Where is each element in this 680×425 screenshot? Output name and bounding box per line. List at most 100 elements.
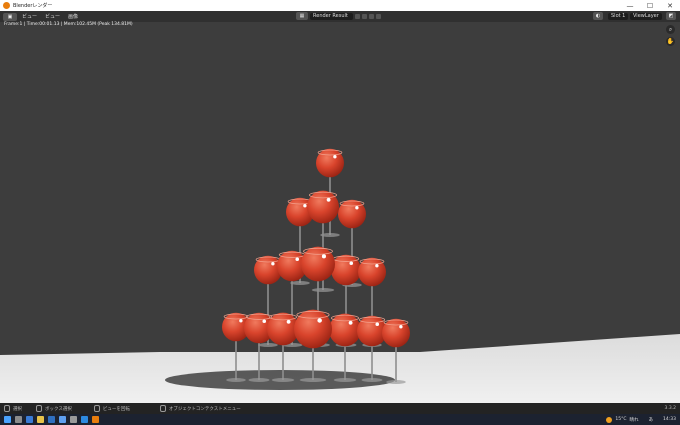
close-button[interactable]: ✕ (660, 0, 680, 11)
viewlayer-selector[interactable]: ViewLayer (630, 12, 662, 20)
status-select: 選択 (4, 405, 22, 412)
wine-glass-bowl (329, 313, 361, 347)
display-channels: ◐ (590, 12, 603, 20)
wine-glass-bowl (338, 199, 366, 229)
glass-base (333, 378, 357, 382)
status-context-label: オブジェクトコンテクストメニュー (168, 406, 241, 412)
window-controls: — ☐ ✕ (620, 0, 680, 11)
mouse-middle-icon (93, 405, 100, 412)
render-info-text: Frame:1 | Time:00:01.13 | Mem:102.45M (P… (4, 22, 133, 27)
glass-highlight (271, 262, 275, 266)
color-channels-icon: ◐ (595, 13, 601, 19)
task-view-icon[interactable] (26, 416, 33, 423)
status-rotate: ビューを回転 (93, 405, 130, 412)
app-icon[interactable] (81, 416, 88, 423)
image-name-field[interactable]: Render Result (310, 12, 353, 20)
mouse-left-icon (4, 405, 10, 412)
glass-highlight (326, 197, 331, 202)
minimize-button[interactable]: — (620, 0, 640, 11)
wine-glass-bowl (294, 309, 332, 349)
image-editor-icon: ▣ (7, 13, 13, 20)
weather-temp: 15°C (615, 417, 627, 422)
fake-user-icon[interactable] (355, 13, 360, 19)
status-rotate-label: ビューを回転 (102, 406, 130, 412)
weather-desc: 晴れ (629, 417, 639, 423)
blender-logo-icon (3, 2, 10, 9)
glass-base (226, 378, 246, 382)
wine-glass-bowl (331, 254, 361, 286)
mouse-right-icon (159, 405, 166, 412)
glass-base (361, 378, 383, 382)
display-channels-button[interactable]: ◐ (593, 12, 603, 20)
image-browse-field: ▦ Render Result (296, 12, 381, 20)
new-image-icon[interactable] (362, 13, 367, 19)
zoom-button[interactable]: ⌕ (666, 25, 675, 34)
glass-highlight (303, 204, 307, 208)
overlay-button[interactable]: ◩ (666, 12, 676, 20)
image-browse-button[interactable]: ▦ (296, 12, 308, 20)
image-viewport[interactable] (0, 22, 680, 403)
mouse-drag-icon (36, 405, 42, 412)
wine-glass-bowl (358, 257, 386, 287)
hand-icon: ✋ (666, 38, 675, 45)
menu-view-2[interactable]: ビュー (42, 13, 63, 21)
glass-base (311, 288, 335, 292)
browser-icon[interactable] (59, 416, 66, 423)
glass-base (299, 378, 327, 382)
status-bar: 選択 ボックス選択 ビューを回転 オブジェクトコンテクストメニュー 3.3.2 (0, 403, 680, 414)
overlay-icon: ◩ (668, 13, 674, 19)
clock[interactable]: 14:33 (663, 417, 676, 422)
glass-highlight (295, 257, 300, 262)
wine-glass-bowl (316, 148, 344, 178)
system-tray: 15°C 晴れ あ 14:33 (606, 414, 676, 425)
glass-highlight (286, 319, 291, 324)
glass-highlight (355, 206, 359, 210)
window-titlebar: Blenderレンダー — ☐ ✕ (0, 0, 680, 11)
glass-highlight (262, 319, 267, 324)
mail-icon[interactable] (48, 416, 55, 423)
unlink-image-icon[interactable] (376, 13, 381, 19)
status-context-menu: オブジェクトコンテクストメニュー (159, 405, 241, 412)
render-image (0, 22, 680, 403)
weather-sun-icon (606, 416, 613, 423)
glass-highlight (239, 319, 243, 323)
pan-button[interactable]: ✋ (666, 37, 675, 46)
blender-taskbar-icon[interactable] (92, 416, 99, 423)
status-box-select: ボックス選択 (36, 405, 72, 412)
glass-highlight (375, 322, 380, 327)
menu-view-1[interactable]: ビュー (19, 13, 40, 21)
glass-base (248, 378, 270, 382)
glass-highlight (349, 261, 354, 266)
glass-base (290, 281, 310, 285)
search-icon[interactable] (15, 416, 22, 423)
slot-field: Slot 1 (608, 12, 629, 20)
maximize-button[interactable]: ☐ (640, 0, 660, 11)
slot-selector[interactable]: Slot 1 (608, 12, 629, 20)
glass-base (271, 378, 295, 382)
glass-highlight (333, 155, 337, 159)
glass-highlight (375, 264, 379, 268)
status-select-label: 選択 (13, 406, 22, 412)
blender-version: 3.3.2 (664, 406, 676, 411)
zoom-icon: ⌕ (668, 25, 673, 33)
glass-highlight (399, 325, 403, 329)
start-menu-icon[interactable] (4, 416, 11, 423)
file-explorer-icon[interactable] (37, 416, 44, 423)
glass-base (258, 343, 278, 347)
overlay-field: ◩ (666, 12, 676, 20)
viewlayer-field: ViewLayer (630, 12, 662, 20)
image-icon: ▦ (299, 13, 305, 19)
wine-glass-bowl (307, 190, 339, 224)
window-title: Blenderレンダー (13, 3, 53, 9)
settings-icon[interactable] (70, 416, 77, 423)
wine-glass-bowl (382, 318, 410, 348)
wine-glass-bowl (301, 246, 335, 282)
os-taskbar (0, 414, 680, 425)
glass-base (386, 380, 406, 384)
menu-image[interactable]: 画像 (65, 13, 81, 21)
editor-type-button[interactable]: ▣ (3, 12, 17, 21)
ime-indicator[interactable]: あ (649, 417, 654, 423)
open-image-icon[interactable] (369, 13, 374, 19)
status-box-select-label: ボックス選択 (45, 406, 72, 412)
glass-highlight (317, 318, 322, 323)
